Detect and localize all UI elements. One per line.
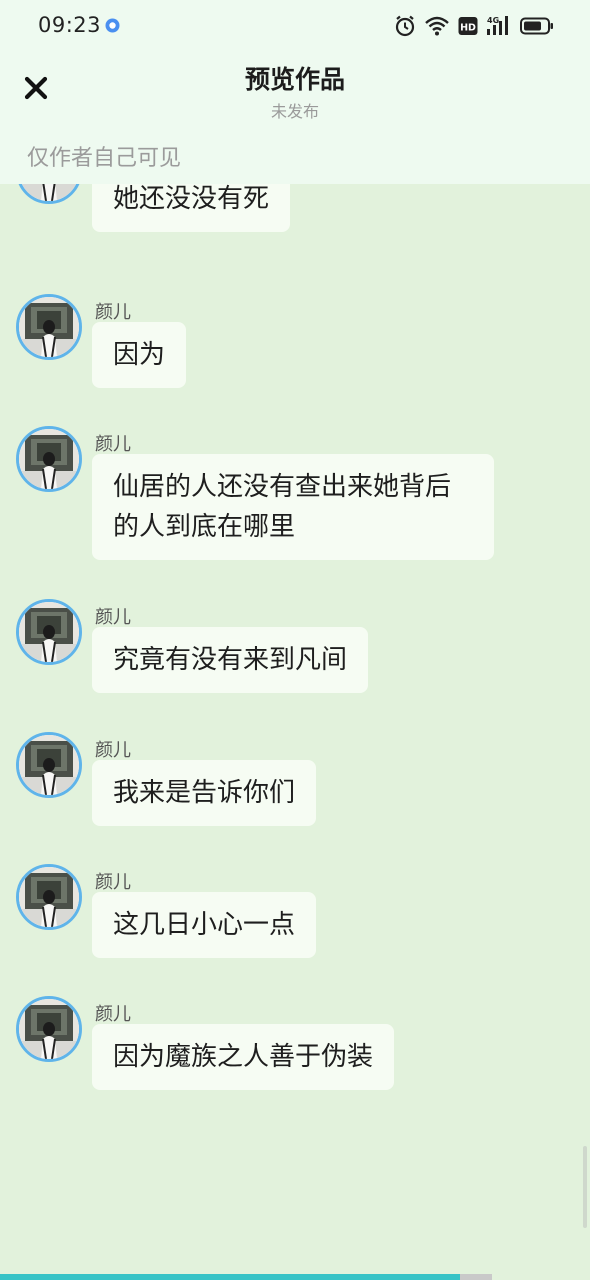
location-dot-icon [105, 18, 120, 33]
message-bubble[interactable]: 仙居的人还没有查出来她背后的人到底在哪里 [92, 454, 494, 560]
avatar[interactable] [16, 599, 82, 665]
sender-name: 颜儿 [95, 302, 131, 323]
message-bubble[interactable]: 因为魔族之人善于伪装 [92, 1024, 395, 1090]
avatar[interactable] [16, 426, 82, 492]
status-bar: 09:23 HD 4G [0, 0, 590, 52]
sender-name: 颜儿 [95, 1004, 131, 1025]
progress-bar-track [460, 1274, 492, 1280]
message-bubble[interactable]: 我来是告诉你们 [92, 760, 317, 826]
sender-name: 颜儿 [95, 607, 131, 628]
chat-list[interactable]: 她还没没有死 颜儿 因为 颜儿 仙居的人还没有查出来她背后的人到底在哪里 颜儿 … [0, 184, 590, 1280]
scrollbar[interactable] [583, 1146, 587, 1228]
hd-icon: HD [458, 14, 478, 38]
page-title: 预览作品 [244, 65, 345, 94]
alarm-icon [394, 14, 416, 38]
publish-status: 未发布 [270, 102, 319, 121]
message-bubble[interactable]: 究竟有没有来到凡间 [92, 627, 369, 693]
status-time: 09:23 [38, 13, 102, 37]
avatar[interactable] [16, 996, 82, 1062]
message-bubble[interactable]: 因为 [92, 322, 187, 388]
avatar[interactable] [16, 294, 82, 360]
sender-name: 颜儿 [95, 740, 131, 761]
avatar[interactable] [16, 184, 82, 204]
avatar[interactable] [16, 732, 82, 798]
svg-text:4G: 4G [487, 16, 499, 25]
progress-bar [0, 1274, 460, 1280]
message-bubble[interactable]: 这几日小心一点 [92, 892, 317, 958]
visibility-note: 仅作者自己可见 [27, 146, 182, 171]
wifi-icon [424, 14, 450, 38]
top-area: 09:23 HD 4G 预览作品 未发布 仅作者自己可见 [0, 0, 590, 184]
svg-text:HD: HD [460, 23, 476, 34]
header: 预览作品 未发布 [0, 52, 590, 132]
avatar[interactable] [16, 864, 82, 930]
sender-name: 颜儿 [95, 872, 131, 893]
message-bubble[interactable]: 她还没没有死 [92, 184, 291, 232]
sender-name: 颜儿 [95, 434, 131, 455]
battery-icon [520, 14, 554, 38]
signal-icon: 4G [486, 14, 512, 38]
status-icons: HD 4G [394, 14, 554, 38]
